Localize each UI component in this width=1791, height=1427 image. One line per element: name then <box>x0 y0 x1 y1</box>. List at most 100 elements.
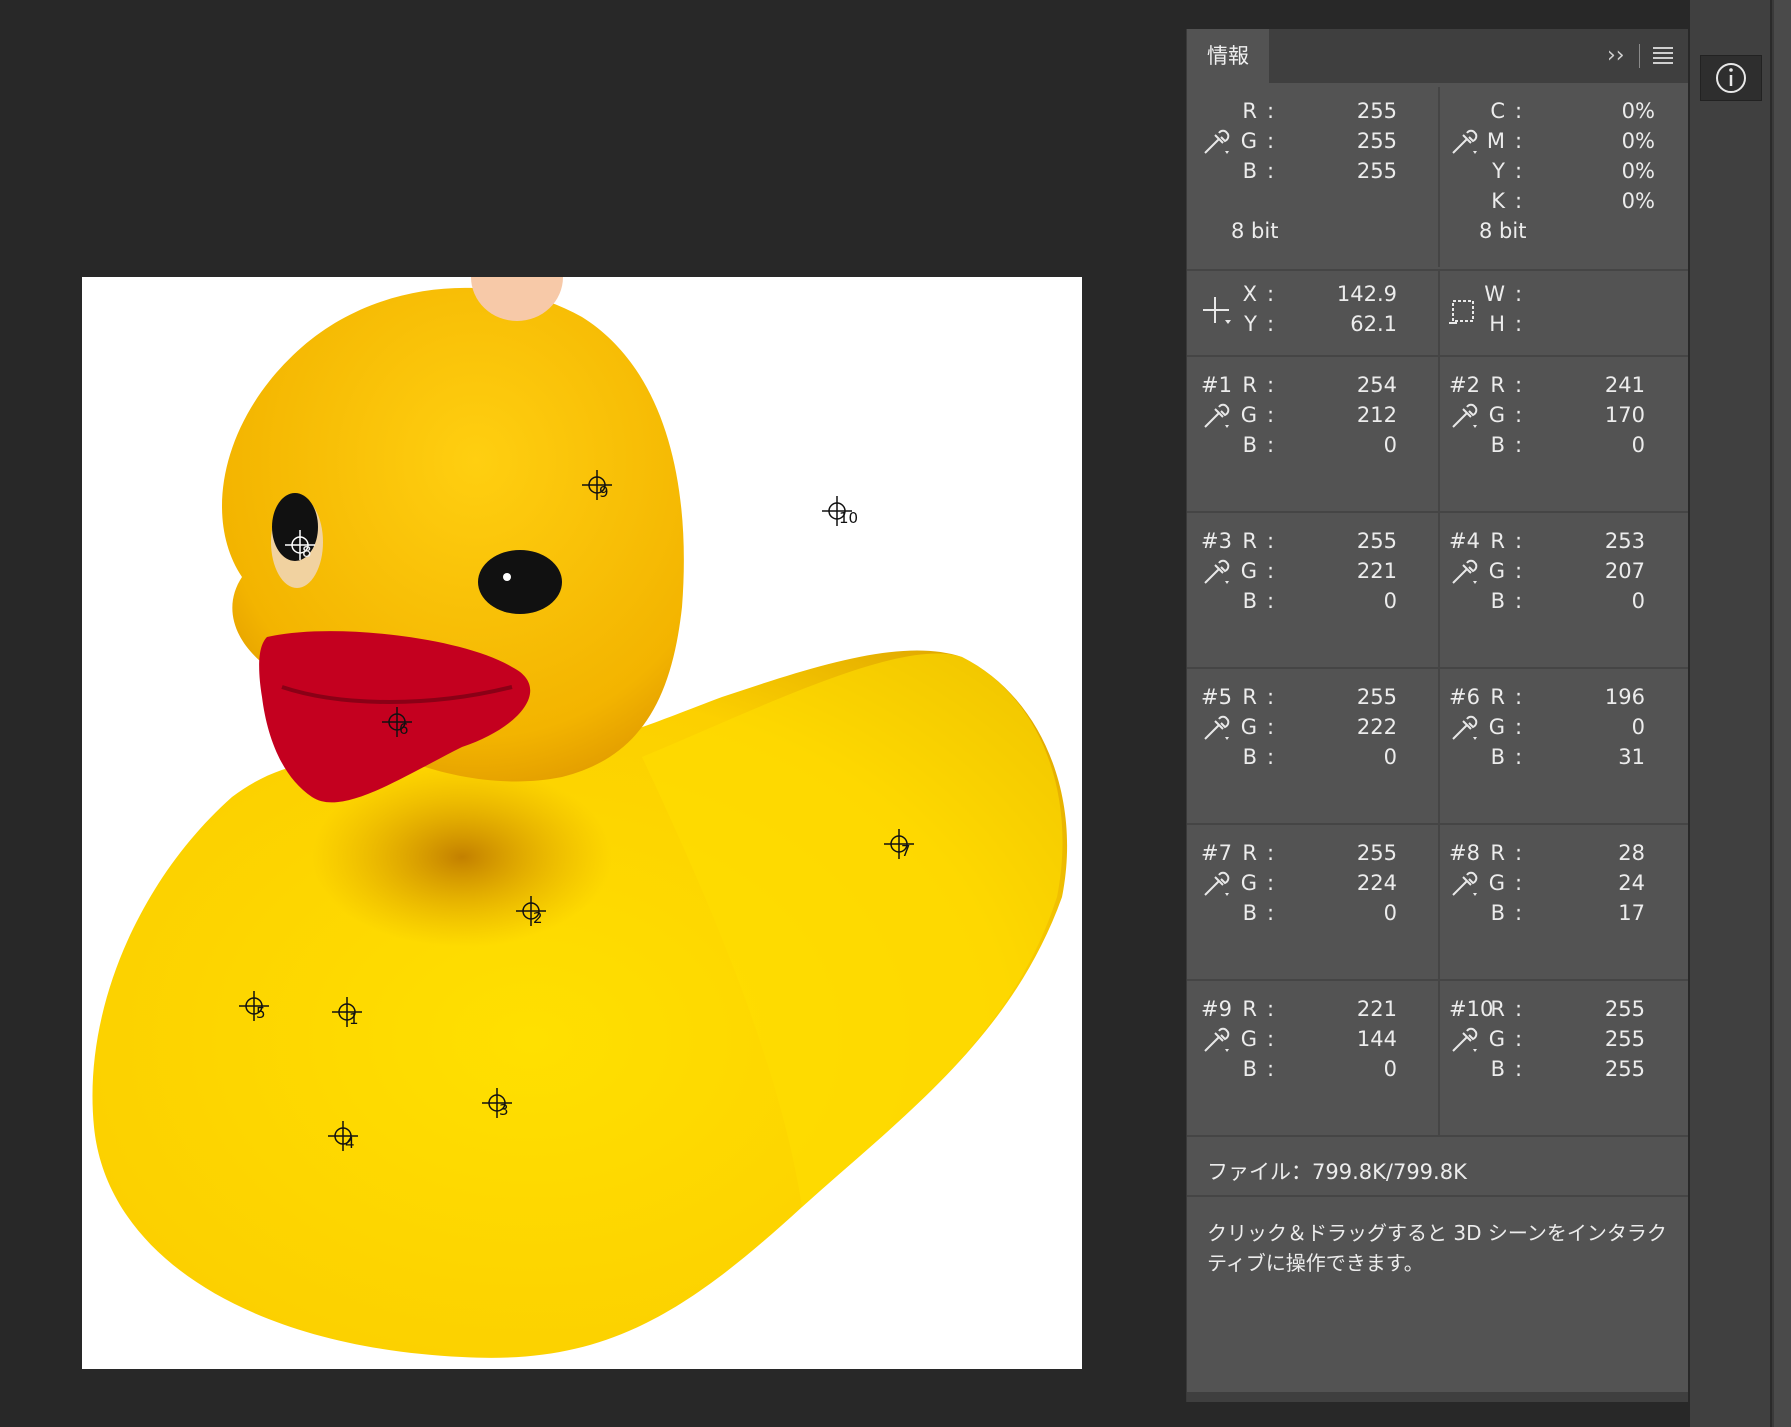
colon: : <box>1515 745 1523 769</box>
hint-text: クリック＆ドラッグすると 3D シーンをインタラクティブに操作できます。 <box>1207 1221 1667 1275</box>
colon: : <box>1515 529 1523 553</box>
color-sampler-marker[interactable]: 8 <box>285 530 315 560</box>
colon: : <box>1515 282 1523 306</box>
colon: : <box>1515 312 1523 336</box>
colon: : <box>1515 589 1523 613</box>
channel-label: B <box>1490 745 1505 769</box>
color-sampler-marker[interactable]: 3 <box>482 1088 512 1118</box>
channel-label: R <box>1242 685 1257 709</box>
divider <box>1438 87 1440 267</box>
color-sampler-marker[interactable]: 9 <box>582 470 612 500</box>
channel-value: 28 <box>1618 841 1645 865</box>
divider <box>1438 513 1440 669</box>
resize-grip[interactable] <box>1187 1392 1688 1402</box>
channel-value: 0% <box>1621 159 1655 183</box>
colon: : <box>1267 373 1275 397</box>
divider <box>1187 823 1688 825</box>
color-sampler-marker[interactable]: 2 <box>516 896 546 926</box>
marker-label: 2 <box>533 909 543 927</box>
panel-menu-icon[interactable] <box>1653 47 1673 65</box>
info-panel-button[interactable] <box>1700 55 1762 101</box>
channel-label: B <box>1242 589 1257 613</box>
channel-value: 0 <box>1383 745 1397 769</box>
channel-label: R <box>1242 997 1257 1021</box>
channel-value: 255 <box>1356 529 1397 553</box>
channel-value: 255 <box>1356 129 1397 153</box>
channel-label: G <box>1240 559 1257 583</box>
channel-label: R <box>1490 373 1505 397</box>
panel-dock-column <box>1690 0 1772 1427</box>
channel-value: 196 <box>1604 685 1645 709</box>
document-image[interactable]: 1 2 3 4 5 6 7 8 9 10 <box>82 277 1082 1369</box>
color-sampler-marker[interactable]: 7 <box>884 829 914 859</box>
canvas-area[interactable]: 1 2 3 4 5 6 7 8 9 10 <box>0 0 1183 1427</box>
colon: : <box>1267 997 1275 1021</box>
colon: : <box>1515 871 1523 895</box>
colon: : <box>1515 373 1523 397</box>
color-sampler-marker[interactable]: 10 <box>822 496 858 526</box>
channel-label: B <box>1490 589 1505 613</box>
channel-value: 222 <box>1356 715 1397 739</box>
colon: : <box>1267 99 1275 123</box>
color-sampler-marker[interactable]: 6 <box>382 707 412 737</box>
channel-label: B <box>1242 433 1257 457</box>
divider <box>1438 825 1440 981</box>
color-sampler-marker[interactable]: 4 <box>328 1121 358 1151</box>
w-label: W <box>1484 282 1505 306</box>
marker-label: 5 <box>256 1004 266 1022</box>
color-sampler-marker[interactable]: 5 <box>239 991 269 1021</box>
channel-label: R <box>1242 841 1257 865</box>
colon: : <box>1267 841 1275 865</box>
x-label: X <box>1242 282 1257 306</box>
divider <box>1187 667 1688 669</box>
channel-label: K <box>1491 189 1505 213</box>
divider <box>1187 511 1688 513</box>
channel-label: R <box>1242 373 1257 397</box>
marker-label: 6 <box>399 720 409 738</box>
channel-label: R <box>1490 685 1505 709</box>
y-value: 62.1 <box>1350 312 1397 336</box>
channel-label: Y <box>1492 159 1505 183</box>
divider <box>1438 357 1440 513</box>
channel-label: G <box>1240 715 1257 739</box>
channel-label: R <box>1490 529 1505 553</box>
marker-label: 1 <box>349 1010 359 1028</box>
channel-label: G <box>1488 871 1505 895</box>
colon: : <box>1267 312 1275 336</box>
marker-label: 9 <box>599 483 609 501</box>
tab-info[interactable]: 情報 <box>1187 29 1269 83</box>
colon: : <box>1267 433 1275 457</box>
colon: : <box>1515 189 1523 213</box>
channel-value: 212 <box>1356 403 1397 427</box>
color-sampler-marker[interactable]: 1 <box>332 997 362 1027</box>
colon: : <box>1515 997 1523 1021</box>
colon: : <box>1515 685 1523 709</box>
colon: : <box>1267 529 1275 553</box>
channel-value: 24 <box>1618 871 1645 895</box>
channel-label: G <box>1488 715 1505 739</box>
collapse-panel-icon[interactable]: ›› <box>1607 43 1625 68</box>
channel-label: C <box>1490 99 1505 123</box>
channel-label: R <box>1490 997 1505 1021</box>
channel-label: R <box>1490 841 1505 865</box>
channel-value: 255 <box>1356 841 1397 865</box>
channel-value: 255 <box>1604 1057 1645 1081</box>
colon: : <box>1267 129 1275 153</box>
channel-value: 255 <box>1356 99 1397 123</box>
colon: : <box>1515 715 1523 739</box>
marker-label: 8 <box>302 543 312 561</box>
channel-value: 207 <box>1604 559 1645 583</box>
channel-value: 253 <box>1604 529 1645 553</box>
colon: : <box>1267 159 1275 183</box>
channel-value: 0 <box>1631 715 1645 739</box>
divider <box>1187 1195 1688 1197</box>
channel-value: 0 <box>1383 1057 1397 1081</box>
colon: : <box>1267 403 1275 427</box>
channel-value: 0% <box>1621 129 1655 153</box>
colon: : <box>1267 589 1275 613</box>
colon: : <box>1515 159 1523 183</box>
channel-value: 31 <box>1618 745 1645 769</box>
right-toolbar-strip <box>1690 0 1791 1427</box>
channel-value: 0 <box>1631 433 1645 457</box>
channel-value: 0% <box>1621 189 1655 213</box>
